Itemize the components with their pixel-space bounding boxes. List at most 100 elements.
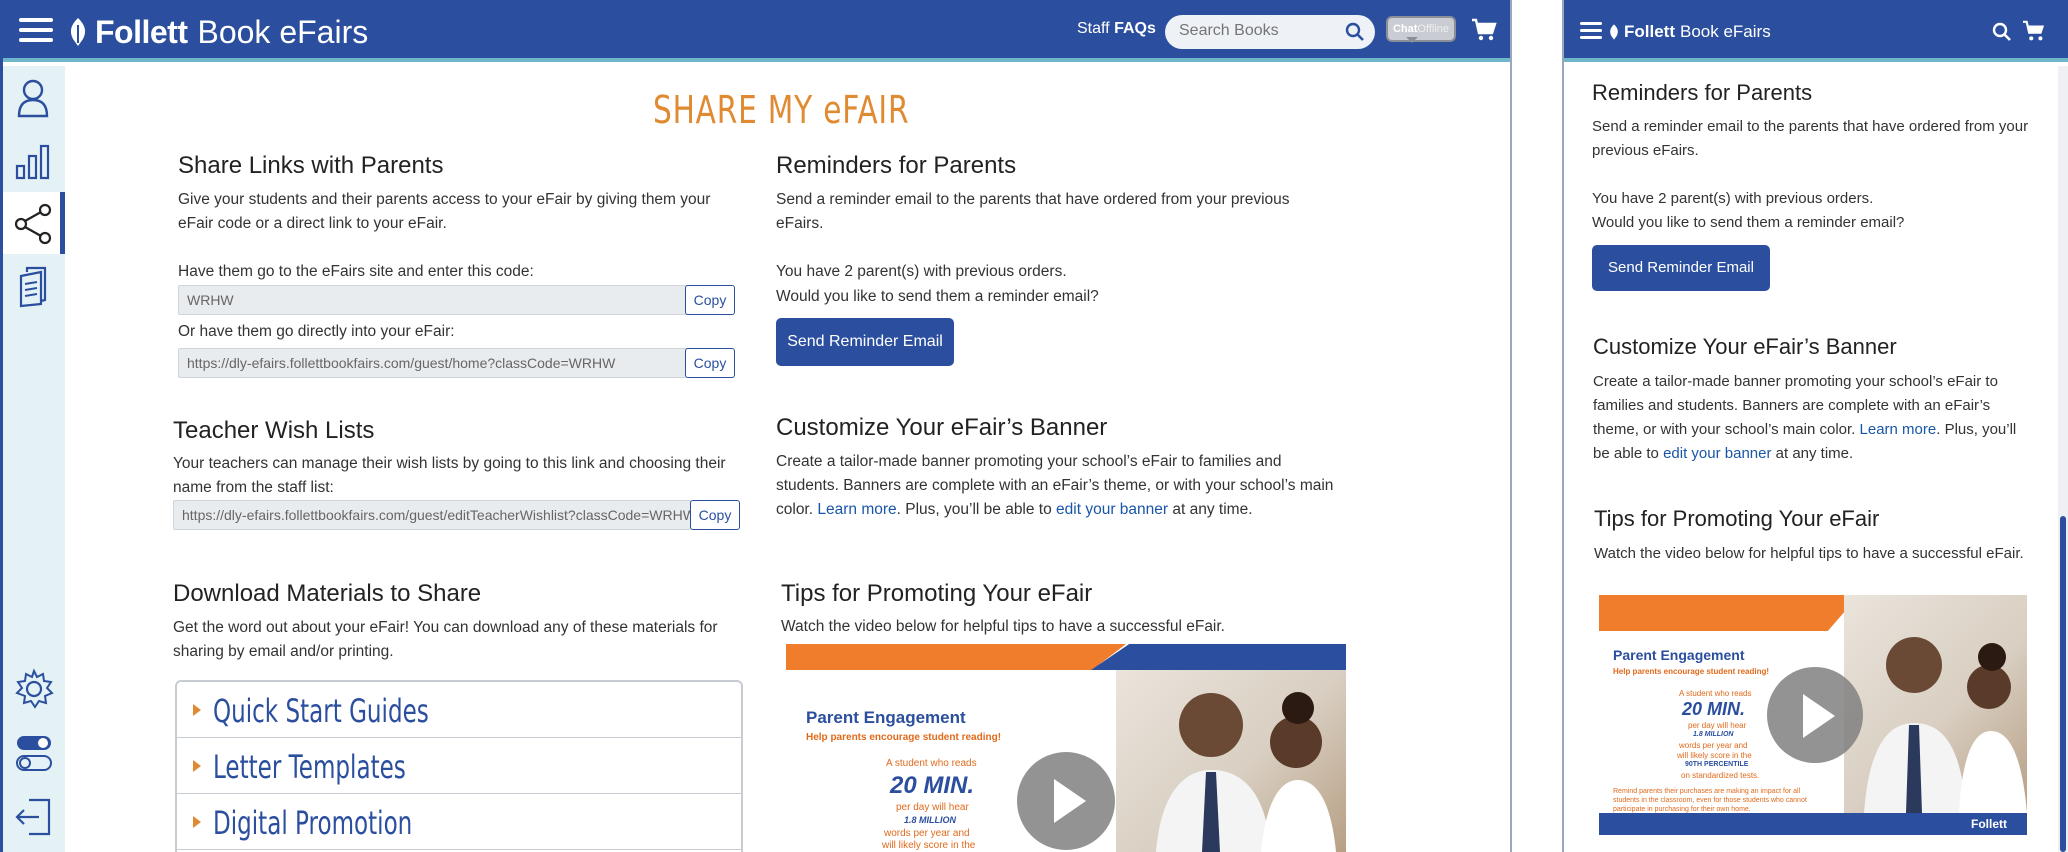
video-line1: A student who reads [886, 758, 977, 769]
m-video-line3: words per year and [1679, 741, 1748, 750]
mobile-menu-icon[interactable] [1580, 22, 1602, 40]
m-play-button-icon[interactable] [1767, 667, 1863, 763]
m-video-subheading: Help parents encourage student reading! [1613, 667, 1770, 676]
m-learn-more-link[interactable]: Learn more [1860, 421, 1937, 438]
learn-more-link[interactable]: Learn more [817, 501, 896, 518]
video-line2: per day will hear [896, 802, 969, 813]
m-reminders-count: You have 2 parent(s) with previous order… [1592, 190, 1874, 207]
sidebar-item-reports[interactable] [3, 128, 65, 190]
accordion-item-quick-start[interactable]: Quick Start Guides [177, 682, 741, 738]
promo-video[interactable]: Parent Engagement Help parents encourage… [786, 644, 1346, 852]
mobile-view: Follett Book eFairs Reminders for Parent… [1562, 0, 2068, 852]
m-video-big-stat: 20 MIN. [1682, 699, 1746, 719]
tips-title: Tips for Promoting Your eFair [781, 580, 1093, 607]
accordion-item-letter-templates[interactable]: Letter Templates [177, 738, 741, 794]
copy-code-button[interactable]: Copy [685, 285, 735, 315]
parent-child-illustration [1156, 692, 1336, 852]
sidebar-item-profile[interactable] [3, 66, 65, 128]
mobile-cart-icon[interactable] [2022, 20, 2046, 42]
banner-description: Create a tailor-made banner promoting yo… [776, 453, 1334, 518]
video-line3: words per year and [884, 828, 970, 839]
m-send-reminder-button[interactable]: Send Reminder Email [1592, 245, 1770, 291]
sidebar [3, 66, 65, 852]
share-links-title: Share Links with Parents [178, 152, 444, 179]
m-parent-child-illustration [1864, 637, 2027, 813]
search-input[interactable] [1179, 22, 1339, 40]
sidebar-item-wishlist[interactable] [3, 256, 65, 318]
brand-product: Book eFairs [197, 13, 369, 50]
accordion-label: Letter Templates [213, 748, 406, 786]
scrollbar-thumb[interactable] [2060, 516, 2066, 852]
link-label: Or have them go directly into your eFair… [178, 323, 455, 340]
mobile-brand-logo[interactable]: Follett Book eFairs [1608, 18, 1771, 46]
toggle-icon [16, 736, 52, 771]
reminders-count: You have 2 parent(s) with previous order… [776, 263, 1067, 280]
m-video-orange-band [1599, 595, 1859, 631]
video-blue-band [1091, 644, 1346, 670]
wishlist-link-field[interactable]: https://dly-efairs.follettbookfairs.com/… [173, 500, 691, 530]
sidebar-item-settings[interactable] [3, 658, 65, 720]
search-box[interactable] [1165, 15, 1375, 49]
m-video-footnote: Remind parents their purchases are makin… [1613, 788, 1807, 813]
play-button-icon[interactable] [1017, 752, 1115, 850]
caret-right-icon [193, 760, 201, 772]
brand-name: Follett [95, 13, 188, 50]
mobile-brand-product: Book eFairs [1680, 22, 1771, 41]
brand-logo[interactable]: Follett Book eFairs [67, 12, 368, 52]
user-icon [17, 79, 49, 118]
menu-icon[interactable] [19, 18, 53, 44]
materials-accordion: Quick Start Guides Letter Templates Digi… [175, 680, 743, 852]
m-reminders-question: Would you like to send them a reminder e… [1592, 214, 1905, 231]
m-banner-description: Create a tailor-made banner promoting yo… [1593, 373, 2017, 462]
m-video-percentile: 90TH PERCENTILE [1685, 761, 1749, 768]
m-video-line4: will likely score in the [1677, 751, 1752, 760]
m-video-photo [1844, 595, 2027, 813]
send-reminder-button[interactable]: Send Reminder Email [776, 318, 954, 366]
accordion-label: Digital Promotion [213, 804, 413, 842]
gear-icon [15, 668, 54, 709]
edit-banner-link[interactable]: edit your banner [1056, 501, 1168, 518]
video-heading: Parent Engagement [806, 708, 966, 727]
m-video-million: 1.8 MILLION [1693, 731, 1734, 738]
copy-wishlist-button[interactable]: Copy [690, 500, 740, 530]
m-video-line1: A student who reads [1679, 689, 1752, 698]
m-video-logo: Follett [1971, 817, 2007, 831]
wish-lists-description: Your teachers can manage their wish list… [173, 455, 726, 496]
cart-icon[interactable] [1471, 18, 1497, 42]
reminders-description: Send a reminder email to the parents tha… [776, 191, 1290, 232]
code-field[interactable]: WRHW [178, 285, 688, 315]
caret-right-icon [193, 704, 201, 716]
mobile-top-bar: Follett Book eFairs [1564, 0, 2068, 62]
m-video-blue-band [1599, 813, 2027, 835]
follett-leaf-icon [70, 18, 86, 46]
sidebar-item-logout[interactable] [3, 786, 65, 848]
top-bar: Follett Book eFairs Staff FAQs ChatOffli… [3, 0, 1510, 62]
video-line4: will likely score in the [882, 840, 976, 851]
m-promo-video[interactable]: Parent Engagement Help parents encourage… [1599, 595, 2027, 835]
banner-title: Customize Your eFair’s Banner [776, 414, 1108, 441]
staff-faqs-link[interactable]: Staff FAQs [1077, 20, 1156, 38]
caret-right-icon [193, 816, 201, 828]
m-reminders-title: Reminders for Parents [1592, 80, 1813, 105]
video-million: 1.8 MILLION [904, 815, 957, 825]
download-description: Get the word out about your eFair! You c… [173, 619, 718, 660]
m-edit-banner-link[interactable]: edit your banner [1663, 445, 1771, 462]
accordion-item-digital-promotion[interactable]: Digital Promotion [177, 794, 741, 850]
tips-description: Watch the video below for helpful tips t… [781, 618, 1225, 635]
search-icon[interactable] [1345, 22, 1365, 42]
chat-offline-button[interactable]: ChatOffline [1386, 16, 1456, 43]
guest-link-field[interactable]: https://dly-efairs.follettbookfairs.com/… [178, 348, 688, 378]
m-video-line5: on standardized tests. [1681, 771, 1760, 780]
logout-icon [15, 798, 51, 836]
sidebar-item-share[interactable] [3, 192, 65, 254]
desktop-view: Follett Book eFairs Staff FAQs ChatOffli… [0, 0, 1512, 852]
share-icon [14, 203, 52, 245]
copy-link-button[interactable]: Copy [685, 348, 735, 378]
sidebar-item-toggles[interactable] [3, 722, 65, 784]
mobile-search-icon[interactable] [1992, 22, 2012, 42]
m-banner-title: Customize Your eFair’s Banner [1593, 334, 1897, 359]
mobile-brand-name: Follett [1624, 22, 1675, 41]
video-big-stat: 20 MIN. [890, 772, 975, 799]
bar-chart-icon [15, 144, 50, 180]
mobile-scrollbar[interactable] [2058, 66, 2068, 852]
